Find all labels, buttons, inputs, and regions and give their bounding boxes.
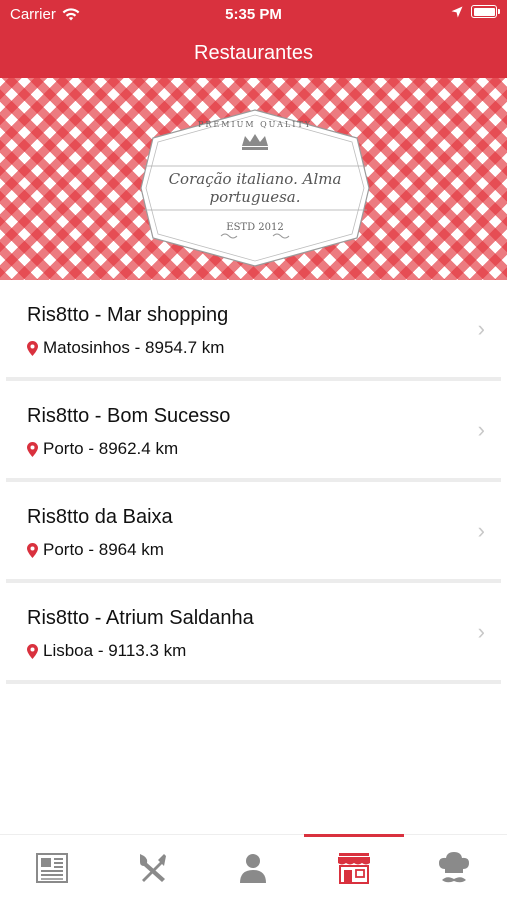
restaurant-location: Porto - 8964 km	[27, 540, 164, 560]
restaurant-name: Ris8tto - Atrium Saldanha	[27, 607, 254, 629]
tab-profile[interactable]	[203, 835, 303, 900]
chevron-right-icon: ›	[477, 518, 485, 543]
badge-tagline: Coração italiano. Alma portuguesa.	[168, 170, 342, 206]
chef-icon	[439, 852, 469, 883]
restaurant-distance: Porto - 8962.4 km	[43, 439, 179, 458]
restaurant-distance: Lisboa - 9113.3 km	[43, 641, 187, 660]
page-title: Restaurantes	[194, 41, 313, 64]
logo-badge: PREMIUM QUALITY Coração italiano. Alma p…	[133, 108, 377, 268]
restaurant-name: Ris8tto da Baixa	[27, 506, 173, 528]
map-pin-icon	[27, 441, 38, 457]
chevron-right-icon: ›	[477, 619, 485, 644]
location-arrow-icon	[451, 6, 463, 17]
tab-chef[interactable]	[404, 835, 504, 900]
restaurant-row[interactable]: Ris8tto - Mar shopping Matosinhos - 8954…	[6, 280, 501, 381]
restaurant-location: Lisboa - 9113.3 km	[27, 641, 186, 661]
status-time: 5:35 PM	[225, 6, 282, 23]
map-pin-icon	[27, 340, 38, 356]
chevron-right-icon: ›	[477, 316, 485, 341]
status-bar: Carrier 5:35 PM	[0, 0, 507, 28]
tab-menu[interactable]	[102, 835, 202, 900]
map-pin-icon	[27, 542, 38, 558]
badge-estd: ESTD 2012	[226, 222, 284, 233]
badge-quality-text: PREMIUM QUALITY	[198, 120, 312, 129]
chevron-right-icon: ›	[477, 417, 485, 442]
restaurant-row[interactable]: Ris8tto da Baixa Porto - 8964 km ›	[6, 482, 501, 583]
store-icon	[338, 853, 370, 884]
restaurant-name: Ris8tto - Mar shopping	[27, 304, 229, 326]
restaurant-distance: Porto - 8964 km	[43, 540, 164, 559]
restaurant-name: Ris8tto - Bom Sucesso	[27, 405, 231, 427]
battery-icon	[471, 5, 500, 18]
restaurant-list: Ris8tto - Mar shopping Matosinhos - 8954…	[6, 280, 501, 684]
map-pin-icon	[27, 643, 38, 659]
tab-restaurants[interactable]	[304, 834, 404, 900]
person-icon	[240, 854, 266, 883]
status-right	[451, 5, 500, 18]
newspaper-icon	[36, 853, 68, 883]
restaurant-location: Matosinhos - 8954.7 km	[27, 338, 224, 358]
restaurant-row[interactable]: Ris8tto - Atrium Saldanha Lisboa - 9113.…	[6, 583, 501, 684]
restaurant-distance: Matosinhos - 8954.7 km	[43, 338, 225, 357]
navigation-bar: Restaurantes	[0, 28, 507, 78]
tab-bar	[0, 834, 507, 900]
restaurant-row[interactable]: Ris8tto - Bom Sucesso Porto - 8962.4 km …	[6, 381, 501, 482]
fork-knife-icon	[140, 854, 166, 882]
tab-news[interactable]	[2, 835, 102, 900]
header-banner: PREMIUM QUALITY Coração italiano. Alma p…	[0, 78, 507, 280]
restaurant-location: Porto - 8962.4 km	[27, 439, 178, 459]
